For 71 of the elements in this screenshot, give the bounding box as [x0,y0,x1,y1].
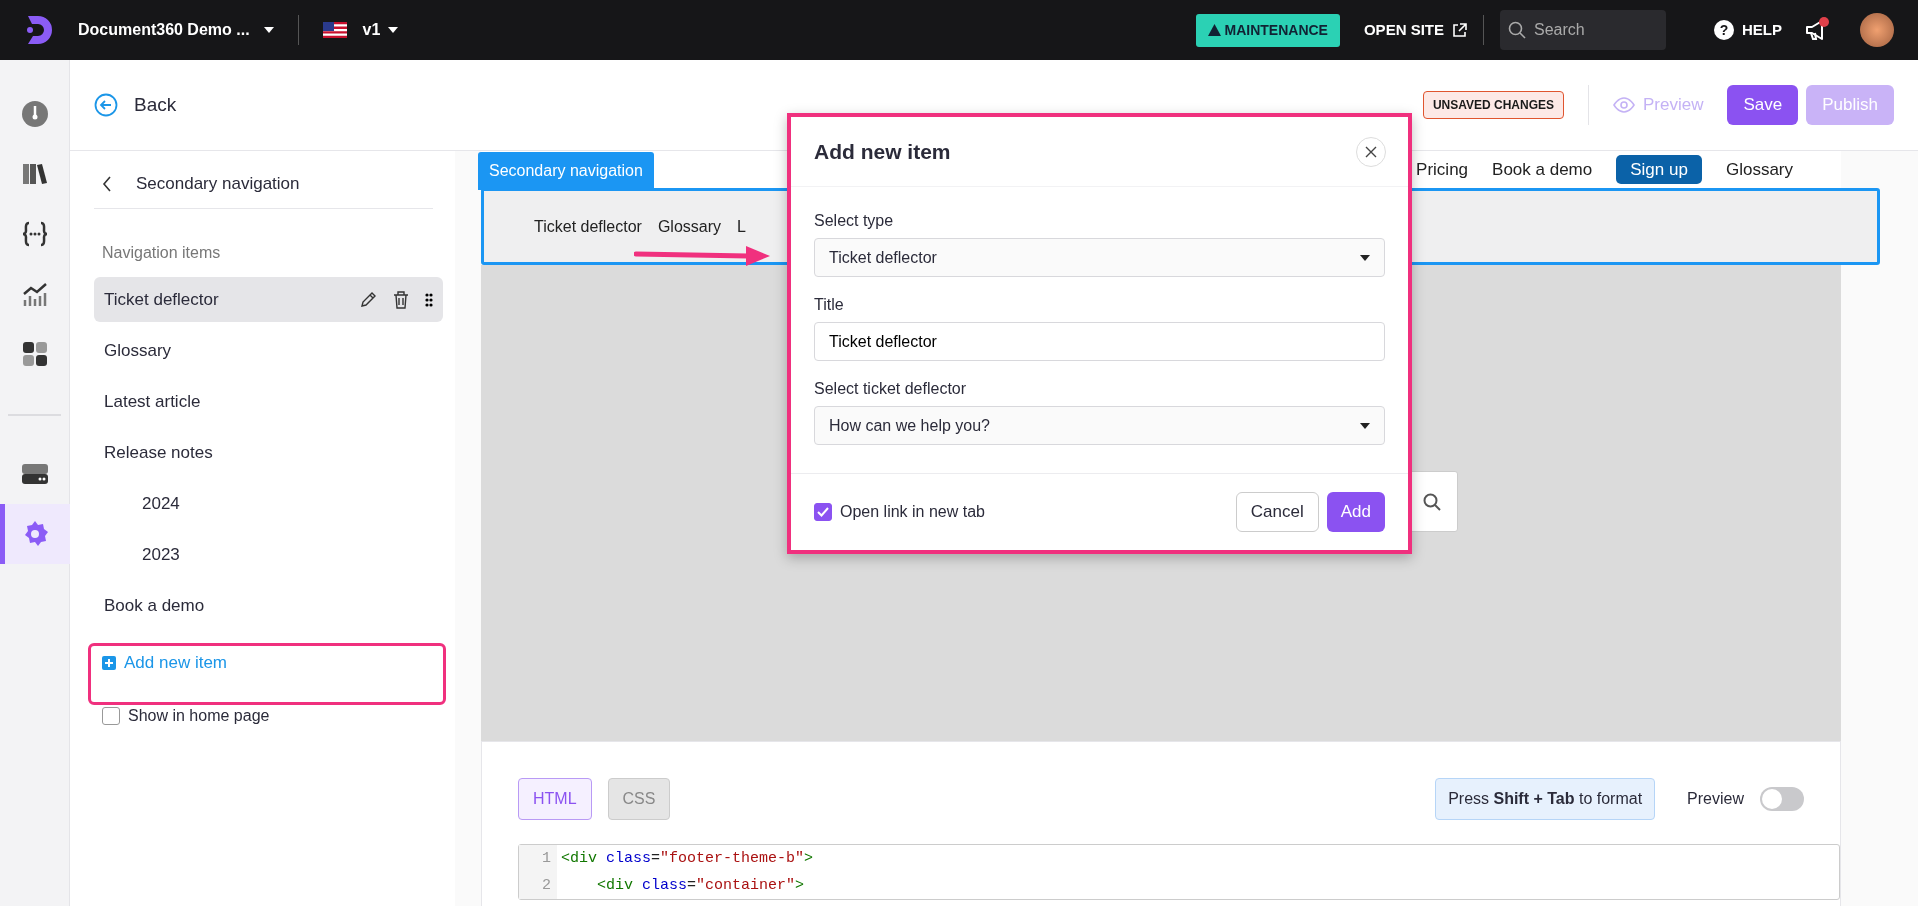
project-name[interactable]: Document360 Demo ... [78,18,250,42]
avatar[interactable] [1860,13,1894,47]
add-button[interactable]: Add [1326,492,1385,532]
megaphone-icon[interactable] [1804,17,1830,43]
site-nav-link[interactable]: Book a demo [1492,156,1593,183]
unsaved-changes-badge: UNSAVED CHANGES [1422,91,1564,119]
version-label[interactable]: v1 [362,18,381,42]
format-hint: Press Shift + Tab to format [1435,778,1656,820]
secondary-nav-link[interactable]: L [737,214,746,239]
code-line: <div class="footer-theme-b"> [560,849,815,869]
sign-up-button[interactable]: Sign up [1616,154,1702,185]
nav-item[interactable]: Latest article [94,379,443,424]
field-label: Select ticket deflector [814,379,968,399]
back-link[interactable]: Back [94,90,177,120]
site-nav-link[interactable]: Pricing [1416,156,1469,183]
field-label: Select type [814,211,895,231]
search-icon [1423,492,1441,511]
warning-icon [1207,24,1221,36]
open-site-link[interactable]: OPEN SITE [1363,18,1467,42]
search-field[interactable]: Search [1500,10,1666,50]
caret-down-icon [1360,422,1370,429]
chevron-left-icon[interactable] [102,175,112,192]
check-icon [817,506,829,517]
external-link-icon [1452,22,1467,38]
checkbox-label: Show in home page [128,706,270,726]
text-field[interactable]: Ticket deflector [814,322,1385,361]
nav-item[interactable]: 2023 [94,532,443,577]
field-label: Title [814,295,845,315]
code-line: <div class="container"> [596,876,806,896]
section-label: Navigation items [101,243,222,263]
preview-label: Preview [1687,789,1744,809]
panel-title: Secondary navigation [136,172,300,195]
nav-item[interactable]: 2024 [94,481,443,526]
line-number: 1 [541,849,551,869]
apps-icon [21,340,49,368]
eye-icon [1613,97,1635,113]
checkbox-label: Open link in new tab [840,501,985,522]
close-button[interactable] [1356,136,1386,167]
chart-icon [21,280,49,308]
close-icon [1365,145,1377,158]
plus-square-icon [102,656,116,670]
select-field[interactable]: Ticket deflector [814,238,1385,277]
nav-item[interactable]: Release notes [94,430,443,475]
cancel-button[interactable]: Cancel [1235,492,1319,532]
caret-down-icon [263,27,274,33]
braces-icon [21,220,49,248]
drag-handle-icon[interactable] [425,292,433,307]
nav-item[interactable]: Glossary [94,328,443,373]
pencil-icon[interactable] [359,290,377,309]
site-nav-link[interactable]: Glossary [1725,156,1793,183]
trash-icon[interactable] [393,290,409,309]
preview-toggle[interactable] [1760,787,1804,811]
caret-down-icon [388,27,399,33]
editor-tab[interactable]: HTML [518,778,592,820]
dialog-title: Add new item [814,138,951,165]
checkbox[interactable] [814,502,832,521]
checkbox[interactable] [102,707,120,725]
select-field[interactable]: How can we help you? [814,406,1385,445]
caret-down-icon [1360,254,1370,261]
secondary-nav-link[interactable]: Glossary [657,214,721,239]
gauge-icon [21,100,49,128]
maintenance-badge[interactable]: MAINTENANCE [1195,13,1340,47]
line-number: 2 [541,876,551,896]
secondary-nav-link[interactable]: Ticket deflector [534,214,642,239]
save-button[interactable]: Save [1727,85,1799,125]
search-icon [1508,21,1526,39]
nav-item[interactable]: Book a demo [94,583,443,628]
help-button[interactable]: ? HELP [1714,18,1782,42]
nav-item[interactable]: Ticket deflector [94,277,443,322]
flag-icon [322,22,347,38]
logo-icon [24,14,54,46]
